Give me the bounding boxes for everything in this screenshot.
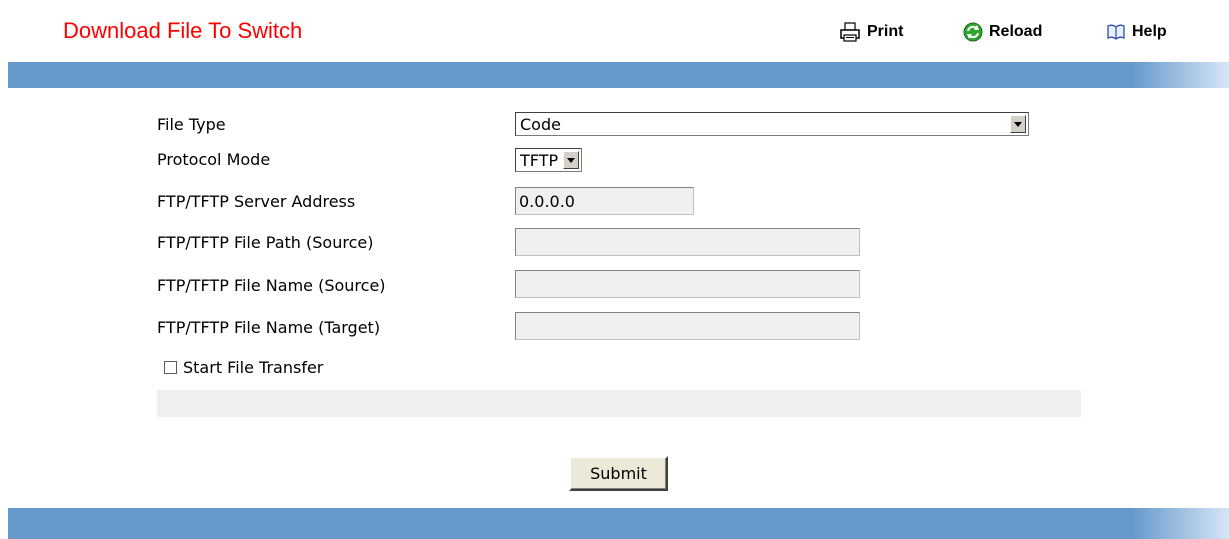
server-address-label: FTP/TFTP Server Address xyxy=(157,192,356,211)
reload-icon xyxy=(963,22,983,42)
status-message xyxy=(157,390,1081,417)
start-transfer-checkbox[interactable] xyxy=(164,361,177,374)
chevron-down-icon[interactable] xyxy=(563,151,579,169)
help-button[interactable]: Help xyxy=(1106,20,1167,44)
file-type-value: Code xyxy=(520,114,561,134)
file-type-label: File Type xyxy=(157,115,226,134)
protocol-mode-label: Protocol Mode xyxy=(157,150,271,169)
help-book-icon xyxy=(1106,23,1126,41)
print-label: Print xyxy=(867,23,904,40)
submit-button[interactable]: Submit xyxy=(569,456,668,491)
file-name-source-label: FTP/TFTP File Name (Source) xyxy=(157,276,386,295)
start-transfer-row[interactable]: Start File Transfer xyxy=(164,358,323,377)
reload-label: Reload xyxy=(989,23,1043,40)
footer-band xyxy=(8,508,1229,539)
reload-button[interactable]: Reload xyxy=(963,20,1042,44)
file-name-target-label: FTP/TFTP File Name (Target) xyxy=(157,318,381,337)
file-name-target-input[interactable] xyxy=(515,312,860,340)
print-button[interactable]: Print xyxy=(839,20,903,44)
help-label: Help xyxy=(1132,23,1167,40)
start-transfer-label: Start File Transfer xyxy=(183,358,324,377)
file-name-source-input[interactable] xyxy=(515,270,860,298)
printer-icon xyxy=(839,22,861,42)
chevron-down-icon[interactable] xyxy=(1010,115,1026,133)
protocol-mode-value: TFTP xyxy=(520,150,559,170)
file-path-source-label: FTP/TFTP File Path (Source) xyxy=(157,233,374,252)
protocol-mode-select[interactable]: TFTP xyxy=(515,148,582,172)
header-band xyxy=(8,62,1229,88)
server-address-input[interactable] xyxy=(515,187,694,215)
file-type-select[interactable]: Code xyxy=(515,112,1029,136)
file-path-source-input[interactable] xyxy=(515,228,860,256)
page-title: Download File To Switch xyxy=(63,18,303,43)
